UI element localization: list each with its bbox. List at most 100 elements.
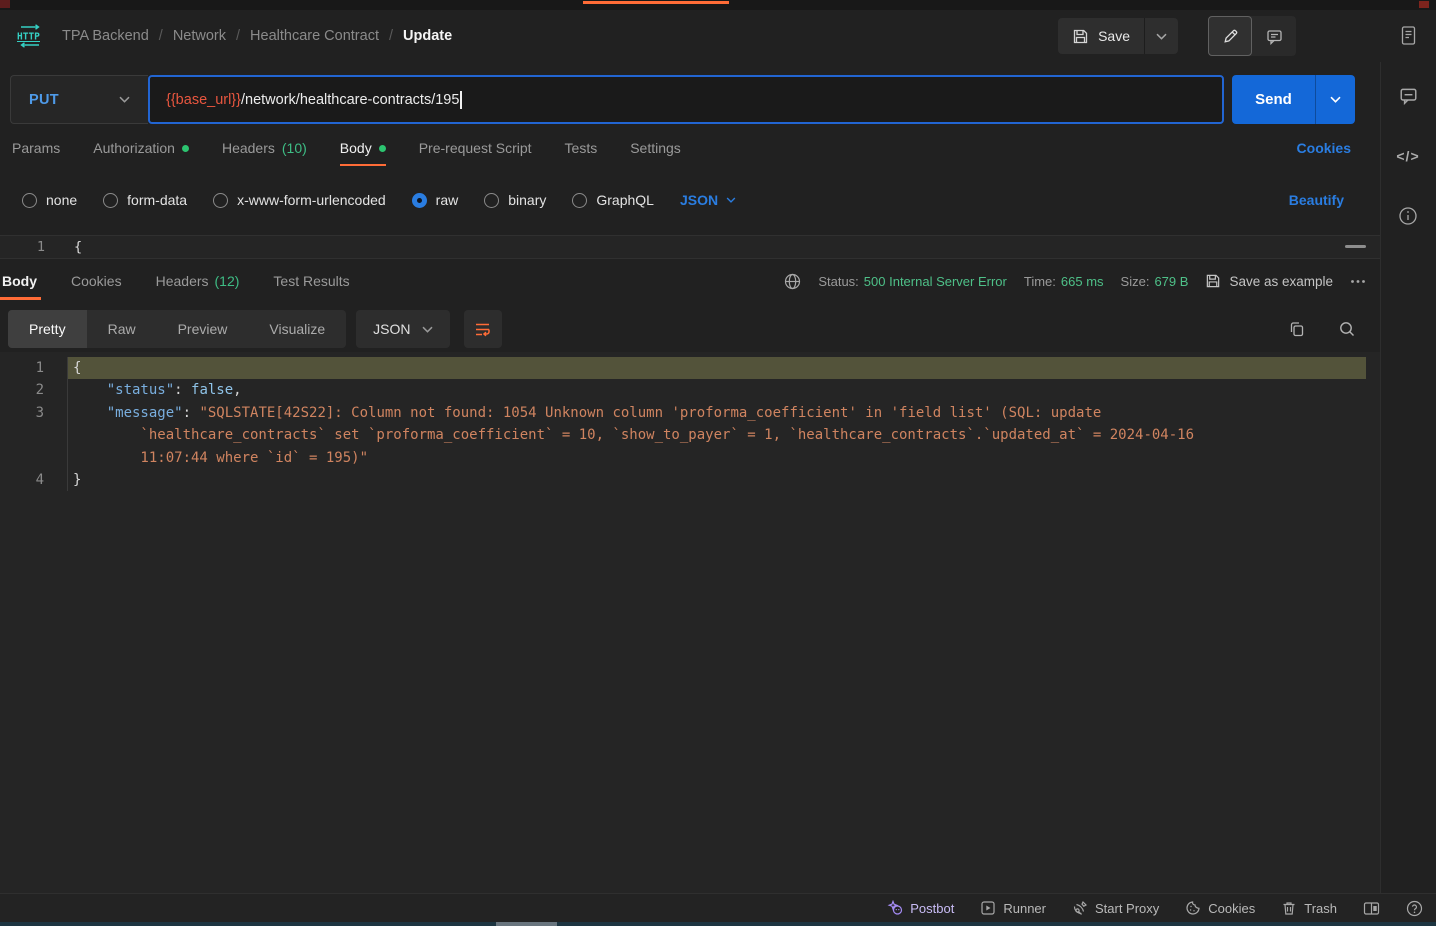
tab-settings[interactable]: Settings — [630, 140, 681, 170]
url-input[interactable]: {{base_url}}/network/healthcare-contract… — [148, 75, 1224, 124]
code-line: 4} — [0, 469, 1380, 491]
view-visualize[interactable]: Visualize — [248, 310, 346, 348]
status-value: 500 Internal Server Error — [864, 274, 1007, 289]
mode-none-label: none — [46, 192, 77, 208]
breadcrumb: TPA Backend / Network / Healthcare Contr… — [62, 28, 452, 44]
beautify-link[interactable]: Beautify — [1289, 192, 1344, 208]
save-as-example-button[interactable]: Save as example — [1205, 273, 1333, 289]
raw-language-label: JSON — [680, 192, 718, 208]
copy-response-button[interactable] — [1288, 320, 1306, 338]
help-icon — [1406, 900, 1423, 917]
network-info-button[interactable] — [784, 273, 801, 290]
response-view-switcher: Pretty Raw Preview Visualize — [8, 310, 346, 348]
save-icon — [1072, 28, 1089, 45]
response-language-label: JSON — [373, 321, 410, 337]
postbot-icon — [887, 900, 903, 916]
response-tab-body[interactable]: Body — [2, 260, 37, 302]
tab-body[interactable]: Body — [340, 140, 386, 170]
body-mode-row: none form-data x-www-form-urlencoded raw… — [0, 185, 1380, 215]
tab-headers[interactable]: Headers(10) — [222, 140, 307, 170]
mode-binary-label: binary — [508, 192, 546, 208]
split-panel-icon — [1363, 901, 1380, 916]
satellite-proxy-icon — [1072, 900, 1088, 916]
comments-panel-button[interactable] — [1380, 82, 1436, 108]
response-status: Status: 500 Internal Server Error — [818, 274, 1007, 289]
save-button[interactable]: Save — [1058, 18, 1144, 54]
tab-pre-request-script[interactable]: Pre-request Script — [419, 140, 532, 170]
horizontal-scrollbar-thumb[interactable] — [496, 922, 557, 926]
runner-button[interactable]: Runner — [980, 900, 1046, 916]
request-body-editor[interactable]: 1 { — [0, 235, 1380, 259]
top-right-red-marker — [1419, 1, 1429, 8]
response-more-options-button[interactable] — [1350, 279, 1366, 284]
postbot-label: Postbot — [910, 901, 954, 916]
start-proxy-button[interactable]: Start Proxy — [1072, 900, 1159, 916]
tab-params[interactable]: Params — [12, 140, 60, 170]
editor-line-number: 1 — [0, 239, 45, 255]
mode-graphql[interactable]: GraphQL — [572, 192, 654, 208]
send-button[interactable]: Send — [1232, 75, 1315, 124]
document-icon — [1399, 25, 1418, 46]
view-pretty[interactable]: Pretty — [8, 310, 87, 348]
editor-line-text: { — [74, 239, 82, 255]
horizontal-scrollbar[interactable] — [0, 922, 1436, 926]
method-selector[interactable]: PUT — [10, 75, 148, 124]
request-name[interactable]: Update — [403, 28, 452, 44]
response-tab-body-label: Body — [2, 273, 37, 289]
cookies-link[interactable]: Cookies — [1297, 140, 1351, 156]
postman-app: HTTP TPA Backend / Network / Healthcare … — [0, 0, 1436, 926]
code-snippet-button[interactable]: </> — [1380, 143, 1436, 169]
mode-binary[interactable]: binary — [484, 192, 546, 208]
trash-label: Trash — [1304, 901, 1337, 916]
cookies-button[interactable]: Cookies — [1185, 900, 1255, 916]
radio-icon — [572, 193, 587, 208]
mode-none[interactable]: none — [22, 192, 77, 208]
mode-form-data-label: form-data — [127, 192, 187, 208]
active-workspace-tab-indicator — [583, 1, 729, 4]
send-options-chevron[interactable] — [1315, 75, 1355, 124]
response-body-editor[interactable]: 1{2 "status": false,3 "message": "SQLSTA… — [0, 352, 1380, 893]
panel-layout-button[interactable] — [1363, 901, 1380, 916]
status-label: Status: — [818, 274, 858, 289]
postbot-button[interactable]: Postbot — [887, 900, 954, 916]
save-options-chevron[interactable] — [1144, 18, 1178, 54]
raw-language-selector[interactable]: JSON — [680, 192, 736, 208]
globe-icon — [784, 273, 801, 290]
search-response-button[interactable] — [1338, 320, 1356, 338]
mode-graphql-label: GraphQL — [596, 192, 654, 208]
breadcrumb-subfolder[interactable]: Healthcare Contract — [250, 28, 379, 44]
comments-button[interactable] — [1252, 16, 1296, 56]
comment-icon — [1399, 86, 1418, 105]
breadcrumb-separator: / — [236, 28, 240, 44]
wrap-text-button[interactable] — [464, 310, 502, 348]
mode-x-www-form-urlencoded[interactable]: x-www-form-urlencoded — [213, 192, 386, 208]
help-button[interactable] — [1406, 900, 1423, 917]
svg-text:HTTP: HTTP — [17, 32, 40, 43]
response-tab-cookies[interactable]: Cookies — [71, 260, 122, 302]
request-tabs: Params Authorization Headers(10) Body Pr… — [0, 140, 1380, 173]
save-icon — [1205, 273, 1221, 289]
size-value: 679 B — [1154, 274, 1188, 289]
trash-button[interactable]: Trash — [1281, 900, 1337, 916]
documentation-button[interactable] — [1380, 22, 1436, 48]
breadcrumb-folder[interactable]: Network — [173, 28, 226, 44]
response-tab-test-results-label: Test Results — [273, 273, 349, 289]
save-button-label: Save — [1098, 28, 1130, 44]
view-raw[interactable]: Raw — [87, 310, 157, 348]
breadcrumb-collection[interactable]: TPA Backend — [62, 28, 149, 44]
view-preview[interactable]: Preview — [157, 310, 249, 348]
tab-authorization[interactable]: Authorization — [93, 140, 189, 170]
tab-tests[interactable]: Tests — [565, 140, 598, 170]
response-tab-test-results[interactable]: Test Results — [273, 260, 349, 302]
tab-settings-label: Settings — [630, 140, 681, 156]
radio-checked-icon — [412, 193, 427, 208]
edit-request-button[interactable] — [1208, 16, 1252, 56]
response-language-selector[interactable]: JSON — [356, 310, 449, 348]
editor-scrollbar-thumb[interactable] — [1345, 245, 1366, 248]
request-info-button[interactable] — [1380, 203, 1436, 229]
mode-form-data[interactable]: form-data — [103, 192, 187, 208]
response-tab-headers[interactable]: Headers(12) — [156, 260, 240, 302]
headers-count-badge: (10) — [282, 140, 307, 156]
mode-raw[interactable]: raw — [412, 192, 459, 208]
search-icon — [1338, 320, 1356, 338]
